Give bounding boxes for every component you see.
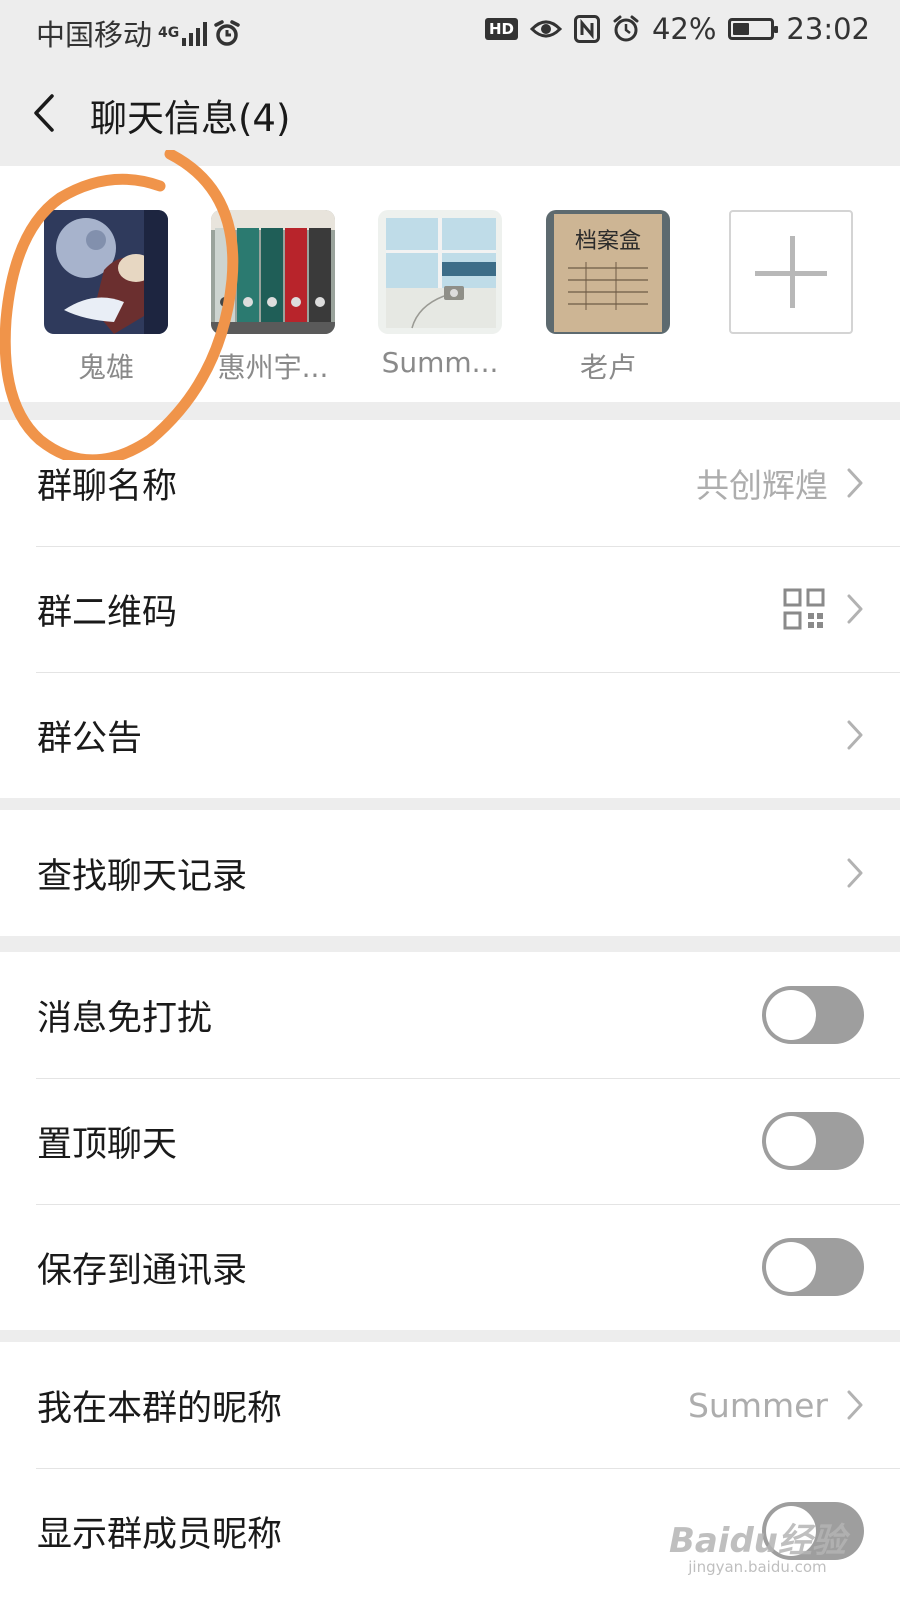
mute-toggle[interactable] xyxy=(762,986,864,1044)
search-history-row[interactable]: 查找聊天记录 xyxy=(0,810,900,936)
baidu-watermark: Baidu经验 jingyan.baidu.com xyxy=(669,1513,846,1576)
qr-code-icon xyxy=(783,588,825,630)
chevron-right-icon xyxy=(847,1390,863,1420)
member-item[interactable]: 档案盒 老卢 xyxy=(546,210,670,386)
member-avatar[interactable] xyxy=(378,210,502,334)
signal-icon xyxy=(182,20,208,46)
watermark-brand: Baidu经验 xyxy=(668,1521,846,1561)
member-name: Summ... xyxy=(381,346,499,379)
pin-row: 置顶聊天 xyxy=(0,1078,900,1204)
save-contacts-row: 保存到通讯录 xyxy=(0,1204,900,1330)
my-nickname-row[interactable]: 我在本群的昵称 Summer xyxy=(0,1342,900,1468)
chevron-right-icon xyxy=(847,720,863,750)
member-item[interactable]: Summ... xyxy=(378,210,502,379)
row-label: 我在本群的昵称 xyxy=(37,1388,283,1429)
member-avatar[interactable] xyxy=(211,210,335,334)
row-label: 群聊名称 xyxy=(37,466,178,507)
eye-comfort-icon xyxy=(529,20,562,38)
clock-time: 23:02 xyxy=(786,12,870,46)
search-section: 查找聊天记录 xyxy=(0,810,900,936)
row-label: 消息免打扰 xyxy=(37,998,213,1039)
row-label: 保存到通讯录 xyxy=(37,1250,248,1291)
battery-percent: 42% xyxy=(651,12,717,46)
battery-icon xyxy=(728,18,779,40)
mute-row: 消息免打扰 xyxy=(0,952,900,1078)
my-nickname-value: Summer xyxy=(687,1385,828,1425)
member-avatar[interactable]: 档案盒 xyxy=(546,210,670,334)
title-bar: 聊天信息(4) xyxy=(0,62,900,166)
chevron-right-icon xyxy=(847,594,863,624)
member-grid: 鬼雄 惠州宇... Summ... 档案盒 老卢 xyxy=(0,166,900,402)
alarm-icon xyxy=(613,15,639,42)
member-avatar[interactable] xyxy=(44,210,168,334)
group-info-section: 群聊名称 共创辉煌 群二维码 群公告 xyxy=(0,420,900,798)
announcement-row[interactable]: 群公告 xyxy=(0,672,900,798)
row-label: 查找聊天记录 xyxy=(37,856,248,897)
nfc-icon xyxy=(573,15,600,43)
chevron-right-icon xyxy=(847,858,863,888)
archive-box-label: 档案盒 xyxy=(575,229,641,254)
member-name: 惠州宇... xyxy=(217,351,329,384)
row-label: 群二维码 xyxy=(37,592,178,633)
carrier-label: 中国移动 xyxy=(36,18,153,52)
group-name-value: 共创辉煌 xyxy=(696,466,828,505)
back-arrow-icon[interactable] xyxy=(28,90,68,136)
member-name: 老卢 xyxy=(579,351,636,384)
toggle-section: 消息免打扰 置顶聊天 保存到通讯录 xyxy=(0,952,900,1330)
row-label: 显示群成员昵称 xyxy=(37,1514,283,1555)
row-label: 置顶聊天 xyxy=(37,1124,178,1165)
member-item[interactable]: 惠州宇... xyxy=(211,210,335,386)
row-label: 群公告 xyxy=(37,718,143,759)
hd-badge: HD xyxy=(484,18,518,40)
member-name: 鬼雄 xyxy=(77,351,134,384)
network-type: 4G xyxy=(158,24,180,41)
save-contacts-toggle[interactable] xyxy=(762,1238,864,1296)
status-bar: 中国移动 4G HD 42% 23:02 xyxy=(0,0,900,62)
add-member-button[interactable] xyxy=(729,210,853,334)
chevron-right-icon xyxy=(847,468,863,498)
group-qr-row[interactable]: 群二维码 xyxy=(0,546,900,672)
member-item[interactable]: 鬼雄 xyxy=(44,210,168,386)
page-title: 聊天信息(4) xyxy=(90,97,291,140)
watermark-url: jingyan.baidu.com xyxy=(688,1558,827,1576)
pin-toggle[interactable] xyxy=(762,1112,864,1170)
group-name-row[interactable]: 群聊名称 共创辉煌 xyxy=(0,420,900,546)
alarm-clock-app-icon xyxy=(214,20,240,46)
